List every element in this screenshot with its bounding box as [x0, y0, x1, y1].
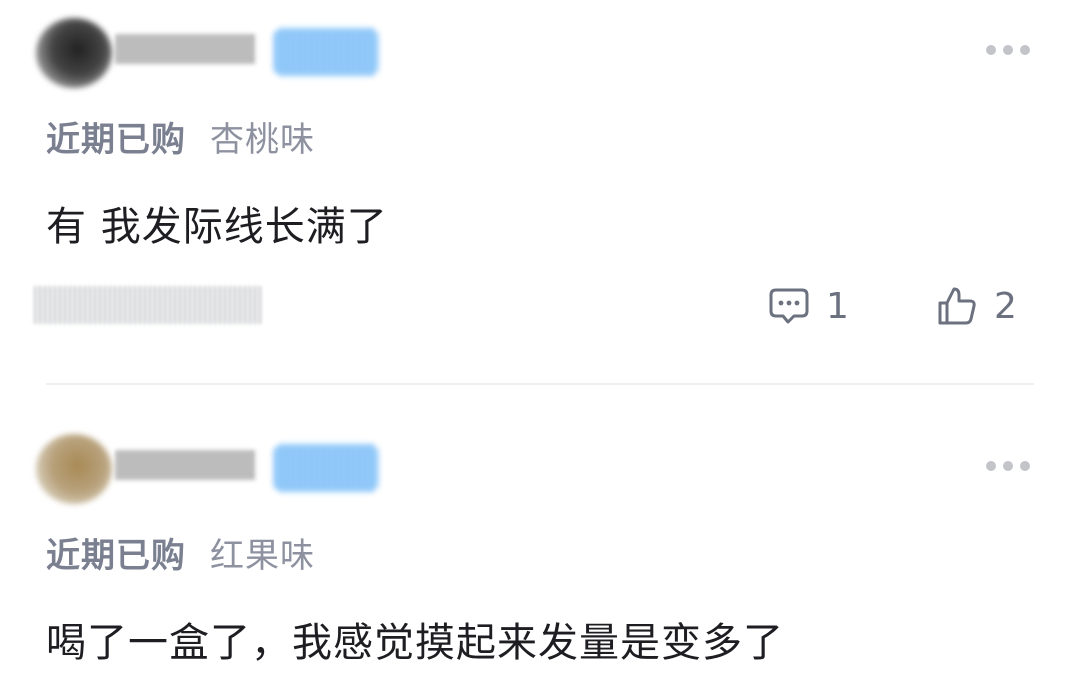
more-dots-icon[interactable] [986, 42, 1030, 58]
comment-text: 有 我发际线长满了 [46, 204, 388, 250]
reply-button[interactable]: 1 [768, 284, 849, 328]
comment-item: 近期已购 杏桃味 有 我发际线长满了 1 2 [0, 0, 1080, 385]
user-header[interactable] [36, 14, 378, 94]
avatar[interactable] [36, 434, 112, 504]
comment-bubble-icon [768, 286, 810, 326]
username-blurred [116, 34, 256, 64]
purchase-info: 近期已购 杏桃味 [46, 112, 315, 161]
comment-item [0, 416, 1080, 700]
user-badge-blurred [274, 444, 378, 492]
like-button[interactable]: 2 [936, 284, 1017, 328]
thumbs-up-icon [936, 285, 978, 327]
more-dots-icon[interactable] [986, 458, 1030, 474]
reply-count: 1 [826, 285, 849, 327]
divider [46, 383, 1034, 385]
username-blurred [116, 450, 256, 480]
like-count: 2 [994, 285, 1017, 327]
user-badge-blurred [274, 28, 378, 76]
purchase-label: 近期已购 [46, 120, 186, 160]
avatar[interactable] [36, 18, 112, 88]
flavor-label: 杏桃味 [210, 120, 315, 160]
timestamp-blurred [34, 286, 262, 324]
user-header[interactable] [36, 430, 378, 510]
